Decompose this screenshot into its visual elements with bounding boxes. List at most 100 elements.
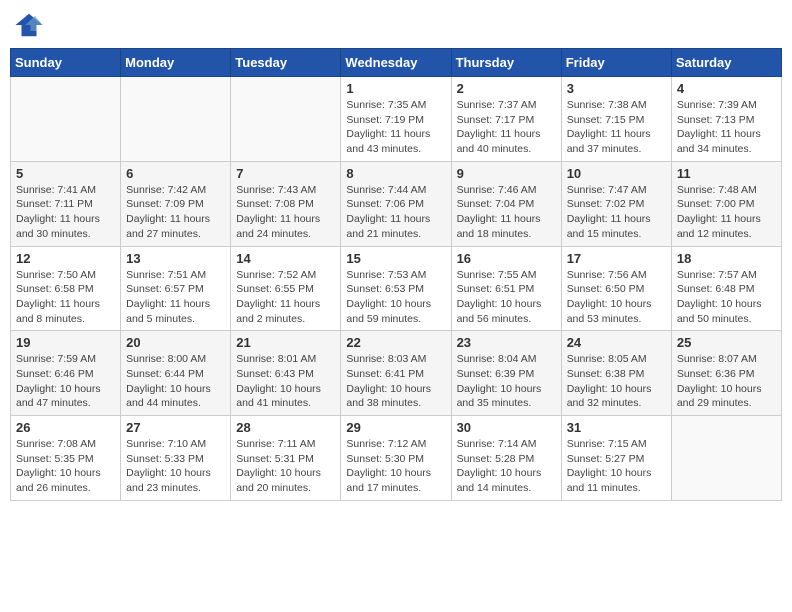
day-number: 10	[567, 166, 666, 181]
day-number: 30	[457, 420, 556, 435]
day-info: Sunrise: 7:50 AM Sunset: 6:58 PM Dayligh…	[16, 268, 115, 327]
day-cell: 2 Sunrise: 7:37 AM Sunset: 7:17 PM Daylig…	[451, 77, 561, 162]
day-info: Sunrise: 7:10 AM Sunset: 5:33 PM Dayligh…	[126, 437, 225, 496]
day-cell: 21 Sunrise: 8:01 AM Sunset: 6:43 PM Dayli…	[231, 331, 341, 416]
day-cell: 13 Sunrise: 7:51 AM Sunset: 6:57 PM Dayli…	[121, 246, 231, 331]
day-cell: 15 Sunrise: 7:53 AM Sunset: 6:53 PM Dayli…	[341, 246, 451, 331]
header-cell-saturday: Saturday	[671, 49, 781, 77]
page-header	[10, 10, 782, 40]
header-cell-tuesday: Tuesday	[231, 49, 341, 77]
day-cell: 25 Sunrise: 8:07 AM Sunset: 6:36 PM Dayli…	[671, 331, 781, 416]
day-cell: 11Sunrise: 7:48 AM Sunset: 7:00 PM Dayli…	[671, 161, 781, 246]
day-cell: 5 Sunrise: 7:41 AM Sunset: 7:11 PM Daylig…	[11, 161, 121, 246]
calendar-table: SundayMondayTuesdayWednesdayThursdayFrid…	[10, 48, 782, 501]
day-number: 9	[457, 166, 556, 181]
day-number: 16	[457, 251, 556, 266]
day-cell: 16 Sunrise: 7:55 AM Sunset: 6:51 PM Dayli…	[451, 246, 561, 331]
day-info: Sunrise: 7:52 AM Sunset: 6:55 PM Dayligh…	[236, 268, 335, 327]
day-number: 12	[16, 251, 115, 266]
day-info: Sunrise: 7:57 AM Sunset: 6:48 PM Dayligh…	[677, 268, 776, 327]
day-number: 13	[126, 251, 225, 266]
day-cell	[11, 77, 121, 162]
header-cell-wednesday: Wednesday	[341, 49, 451, 77]
day-cell: 19Sunrise: 7:59 AM Sunset: 6:46 PM Dayli…	[11, 331, 121, 416]
header-cell-thursday: Thursday	[451, 49, 561, 77]
day-info: Sunrise: 7:46 AM Sunset: 7:04 PM Dayligh…	[457, 183, 556, 242]
day-number: 1	[346, 81, 445, 96]
day-number: 6	[126, 166, 225, 181]
day-cell	[121, 77, 231, 162]
day-info: Sunrise: 7:37 AM Sunset: 7:17 PM Dayligh…	[457, 98, 556, 157]
day-info: Sunrise: 8:03 AM Sunset: 6:41 PM Dayligh…	[346, 352, 445, 411]
day-cell: 3Sunrise: 7:38 AM Sunset: 7:15 PM Daylig…	[561, 77, 671, 162]
day-info: Sunrise: 7:08 AM Sunset: 5:35 PM Dayligh…	[16, 437, 115, 496]
logo	[14, 10, 48, 40]
day-number: 8	[346, 166, 445, 181]
day-info: Sunrise: 7:11 AM Sunset: 5:31 PM Dayligh…	[236, 437, 335, 496]
day-number: 20	[126, 335, 225, 350]
day-info: Sunrise: 7:42 AM Sunset: 7:09 PM Dayligh…	[126, 183, 225, 242]
day-number: 21	[236, 335, 335, 350]
day-number: 22	[346, 335, 445, 350]
day-cell: 28 Sunrise: 7:11 AM Sunset: 5:31 PM Dayli…	[231, 416, 341, 501]
day-info: Sunrise: 7:12 AM Sunset: 5:30 PM Dayligh…	[346, 437, 445, 496]
day-number: 14	[236, 251, 335, 266]
week-row-5: 26 Sunrise: 7:08 AM Sunset: 5:35 PM Dayli…	[11, 416, 782, 501]
day-info: Sunrise: 7:56 AM Sunset: 6:50 PM Dayligh…	[567, 268, 666, 327]
day-info: Sunrise: 7:43 AM Sunset: 7:08 PM Dayligh…	[236, 183, 335, 242]
day-number: 24	[567, 335, 666, 350]
logo-icon	[14, 10, 44, 40]
day-info: Sunrise: 7:14 AM Sunset: 5:28 PM Dayligh…	[457, 437, 556, 496]
day-cell: 4 Sunrise: 7:39 AM Sunset: 7:13 PM Daylig…	[671, 77, 781, 162]
day-cell: 26 Sunrise: 7:08 AM Sunset: 5:35 PM Dayli…	[11, 416, 121, 501]
day-number: 23	[457, 335, 556, 350]
calendar-body: 1 Sunrise: 7:35 AM Sunset: 7:19 PM Daylig…	[11, 77, 782, 501]
day-cell: 7 Sunrise: 7:43 AM Sunset: 7:08 PM Daylig…	[231, 161, 341, 246]
day-number: 18	[677, 251, 776, 266]
day-cell: 27 Sunrise: 7:10 AM Sunset: 5:33 PM Dayli…	[121, 416, 231, 501]
day-cell: 31 Sunrise: 7:15 AM Sunset: 5:27 PM Dayli…	[561, 416, 671, 501]
day-number: 31	[567, 420, 666, 435]
day-cell: 6 Sunrise: 7:42 AM Sunset: 7:09 PM Daylig…	[121, 161, 231, 246]
day-cell: 24Sunrise: 8:05 AM Sunset: 6:38 PM Dayli…	[561, 331, 671, 416]
day-cell: 8Sunrise: 7:44 AM Sunset: 7:06 PM Daylig…	[341, 161, 451, 246]
day-info: Sunrise: 7:47 AM Sunset: 7:02 PM Dayligh…	[567, 183, 666, 242]
day-cell: 29Sunrise: 7:12 AM Sunset: 5:30 PM Dayli…	[341, 416, 451, 501]
week-row-3: 12 Sunrise: 7:50 AM Sunset: 6:58 PM Dayli…	[11, 246, 782, 331]
day-number: 26	[16, 420, 115, 435]
day-info: Sunrise: 7:39 AM Sunset: 7:13 PM Dayligh…	[677, 98, 776, 157]
week-row-2: 5 Sunrise: 7:41 AM Sunset: 7:11 PM Daylig…	[11, 161, 782, 246]
day-info: Sunrise: 7:53 AM Sunset: 6:53 PM Dayligh…	[346, 268, 445, 327]
day-number: 25	[677, 335, 776, 350]
day-info: Sunrise: 7:41 AM Sunset: 7:11 PM Dayligh…	[16, 183, 115, 242]
day-number: 4	[677, 81, 776, 96]
day-number: 19	[16, 335, 115, 350]
day-info: Sunrise: 8:04 AM Sunset: 6:39 PM Dayligh…	[457, 352, 556, 411]
header-cell-sunday: Sunday	[11, 49, 121, 77]
day-cell: 14 Sunrise: 7:52 AM Sunset: 6:55 PM Dayli…	[231, 246, 341, 331]
day-number: 28	[236, 420, 335, 435]
header-cell-monday: Monday	[121, 49, 231, 77]
day-number: 17	[567, 251, 666, 266]
day-info: Sunrise: 8:01 AM Sunset: 6:43 PM Dayligh…	[236, 352, 335, 411]
day-info: Sunrise: 8:00 AM Sunset: 6:44 PM Dayligh…	[126, 352, 225, 411]
day-info: Sunrise: 7:55 AM Sunset: 6:51 PM Dayligh…	[457, 268, 556, 327]
calendar-header: SundayMondayTuesdayWednesdayThursdayFrid…	[11, 49, 782, 77]
day-info: Sunrise: 7:51 AM Sunset: 6:57 PM Dayligh…	[126, 268, 225, 327]
day-info: Sunrise: 7:15 AM Sunset: 5:27 PM Dayligh…	[567, 437, 666, 496]
day-number: 27	[126, 420, 225, 435]
day-number: 2	[457, 81, 556, 96]
week-row-4: 19Sunrise: 7:59 AM Sunset: 6:46 PM Dayli…	[11, 331, 782, 416]
day-number: 7	[236, 166, 335, 181]
header-row: SundayMondayTuesdayWednesdayThursdayFrid…	[11, 49, 782, 77]
day-cell	[671, 416, 781, 501]
day-number: 3	[567, 81, 666, 96]
day-cell: 22 Sunrise: 8:03 AM Sunset: 6:41 PM Dayli…	[341, 331, 451, 416]
week-row-1: 1 Sunrise: 7:35 AM Sunset: 7:19 PM Daylig…	[11, 77, 782, 162]
day-number: 15	[346, 251, 445, 266]
day-cell: 1 Sunrise: 7:35 AM Sunset: 7:19 PM Daylig…	[341, 77, 451, 162]
day-cell: 18 Sunrise: 7:57 AM Sunset: 6:48 PM Dayli…	[671, 246, 781, 331]
day-number: 5	[16, 166, 115, 181]
day-info: Sunrise: 7:35 AM Sunset: 7:19 PM Dayligh…	[346, 98, 445, 157]
day-info: Sunrise: 8:07 AM Sunset: 6:36 PM Dayligh…	[677, 352, 776, 411]
